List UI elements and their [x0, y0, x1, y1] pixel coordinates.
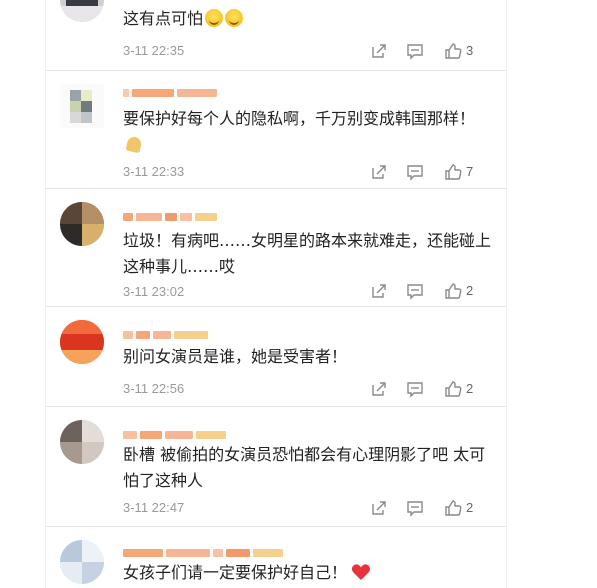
avatar[interactable]	[60, 320, 104, 364]
username-blurred[interactable]	[123, 324, 211, 339]
comment-actions: 3	[370, 42, 490, 62]
avatar[interactable]	[60, 202, 104, 246]
comment-text: 这有点可怕	[123, 6, 495, 32]
share-icon[interactable]	[370, 380, 388, 398]
comment-text: 垃圾！有病吧……女明星的路本来就难走，还能碰上这种事儿……哎	[123, 231, 492, 276]
pray-emoji-icon	[125, 135, 145, 153]
smile-sweat-emoji-icon	[225, 9, 244, 27]
like-count: 7	[466, 164, 474, 179]
like-icon[interactable]	[444, 282, 462, 300]
red-heart-emoji-icon	[351, 564, 371, 580]
comment-timestamp: 3-11 22:33	[123, 164, 185, 179]
like-count: 2	[466, 500, 474, 515]
comment-timestamp: 3-11 22:47	[123, 500, 185, 515]
username-blurred[interactable]	[123, 206, 220, 221]
comment-actions: 2	[370, 380, 490, 400]
like-icon[interactable]	[444, 42, 462, 60]
avatar[interactable]	[60, 420, 104, 464]
avatar[interactable]	[60, 84, 104, 128]
comment-timestamp: 3-11 22:56	[123, 381, 185, 396]
comment-timestamp: 3-11 23:02	[123, 284, 185, 299]
comment-icon[interactable]	[406, 499, 424, 517]
comment-item: 这有点可怕 3-11 22:35 3	[46, 0, 506, 71]
username-blurred[interactable]	[123, 542, 286, 557]
comment-timestamp: 3-11 22:35	[123, 43, 185, 58]
comment-actions: 7	[370, 163, 490, 183]
share-icon[interactable]	[370, 163, 388, 181]
comment-feed: 这有点可怕 3-11 22:35 3 要保护好每个人的隐私啊，千万别变成韩国那样…	[46, 0, 506, 588]
like-count: 3	[466, 43, 474, 58]
like-count: 2	[466, 283, 474, 298]
comment-item: 女孩子们请一定要保护好自己！	[46, 526, 506, 588]
like-icon[interactable]	[444, 163, 462, 181]
like-count: 2	[466, 381, 474, 396]
comment-text: 别问女演员是谁，她是受害者！	[123, 347, 348, 366]
username-blurred[interactable]	[123, 82, 220, 97]
comment-text: 女孩子们请一定要保护好自己！	[123, 560, 495, 586]
like-icon[interactable]	[444, 380, 462, 398]
comment-text: 要保护好每个人的隐私啊，千万别变成韩国那样！	[123, 106, 495, 158]
comment-icon[interactable]	[406, 380, 424, 398]
like-icon[interactable]	[444, 499, 462, 517]
comment-actions: 2	[370, 282, 490, 302]
share-icon[interactable]	[370, 282, 388, 300]
comment-item: 要保护好每个人的隐私啊，千万别变成韩国那样！ 3-11 22:33 7	[46, 70, 506, 189]
comment-item: 垃圾！有病吧……女明星的路本来就难走，还能碰上这种事儿……哎 3-11 23:0…	[46, 188, 506, 307]
comment-text: 卧槽 被偷拍的女演员恐怕都会有心理阴影了吧 太可怕了这种人	[123, 445, 486, 490]
username-blurred[interactable]	[123, 424, 229, 439]
comment-icon[interactable]	[406, 42, 424, 60]
comment-item: 别问女演员是谁，她是受害者！ 3-11 22:56 2	[46, 306, 506, 407]
avatar[interactable]	[60, 0, 104, 22]
comment-icon[interactable]	[406, 163, 424, 181]
comment-icon[interactable]	[406, 282, 424, 300]
share-icon[interactable]	[370, 499, 388, 517]
comment-actions: 2	[370, 499, 490, 519]
comment-item: 卧槽 被偷拍的女演员恐怕都会有心理阴影了吧 太可怕了这种人 3-11 22:47…	[46, 406, 506, 527]
share-icon[interactable]	[370, 42, 388, 60]
smile-sweat-emoji-icon	[205, 9, 224, 27]
screenshot-stage: 这有点可怕 3-11 22:35 3 要保护好每个人的隐私啊，千万别变成韩国那样…	[0, 0, 597, 588]
avatar[interactable]	[60, 540, 104, 584]
